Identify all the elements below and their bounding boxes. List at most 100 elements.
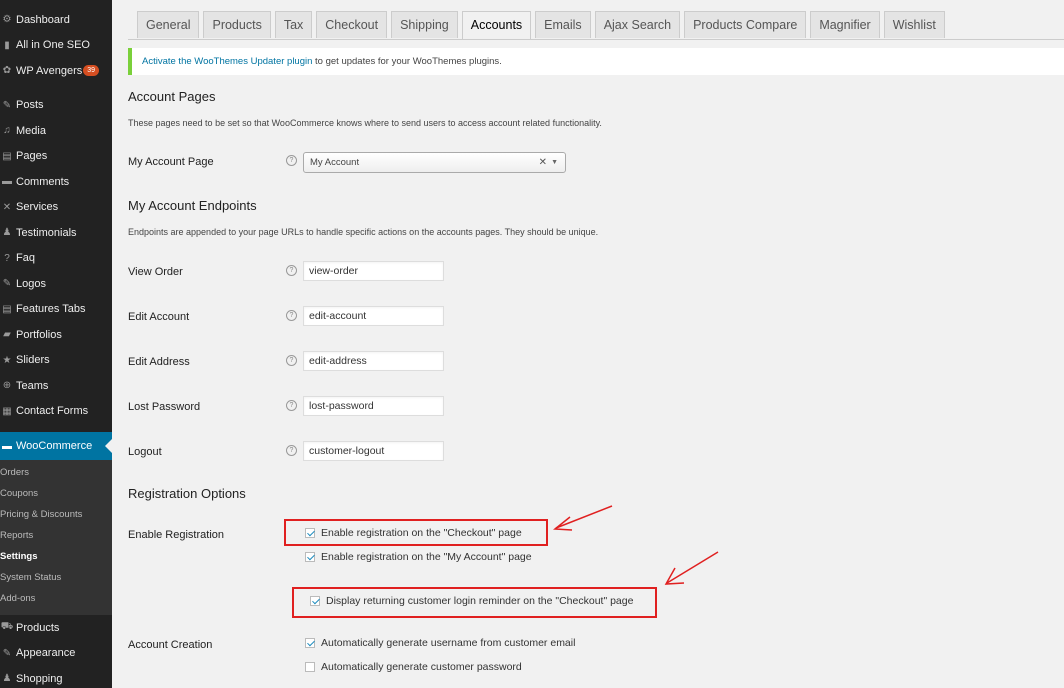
woocommerce-icon: ▬: [2, 440, 12, 452]
services-icon: ✕: [2, 201, 12, 213]
enable-registration-label: Enable Registration: [128, 529, 225, 541]
submenu-item-reports[interactable]: Reports: [0, 525, 112, 546]
lost-password-endpoint-input[interactable]: [303, 396, 444, 416]
view-order-endpoint-input[interactable]: [303, 261, 444, 281]
updater-notice: Activate the WooThemes Updater plugin to…: [128, 48, 1064, 75]
settings-tabs: General Products Tax Checkout Shipping Accoun…: [137, 11, 949, 40]
help-icon[interactable]: ?: [286, 400, 297, 411]
tab-checkout[interactable]: Checkout: [316, 11, 388, 38]
help-icon[interactable]: ?: [286, 310, 297, 321]
admin-sidebar: ⚙ Dashboard ▮ All in One SEO ✿ WP Avengers 39 …: [0, 0, 112, 688]
tab-wishlist[interactable]: Wishlist: [883, 11, 945, 38]
settings-main: General Products Tax Checkout Shipping Accoun…: [112, 0, 1064, 688]
seo-icon: ▮: [4, 39, 10, 51]
wp-avengers-icon: ✿: [2, 65, 12, 77]
edit-address-label: Edit Address: [128, 356, 190, 368]
sidebar-item-woocommerce[interactable]: ▬ WooCommerce: [0, 432, 112, 460]
sidebar-item-teams[interactable]: ⊕ Teams: [0, 373, 112, 399]
sidebar-item-portfolios[interactable]: ▰ Portfolios: [0, 322, 112, 348]
registration-heading: Registration Options: [128, 486, 246, 501]
customer-logout-label: Logout: [128, 446, 162, 458]
submenu-item-settings[interactable]: Settings: [0, 546, 112, 567]
sidebar-item-posts[interactable]: ✎ Posts: [0, 93, 112, 119]
submenu-item-pricing-discounts[interactable]: Pricing & Discounts: [0, 504, 112, 525]
submenu-item-system-status[interactable]: System Status: [0, 567, 112, 588]
appearance-icon: ✎: [2, 647, 12, 659]
sidebar-item-features-tabs[interactable]: ▤ Features Tabs: [0, 297, 112, 323]
my-account-page-label: My Account Page: [128, 156, 214, 168]
annotation-arrow-icon: [664, 551, 719, 585]
auto-username-checkbox[interactable]: [305, 638, 315, 648]
login-reminder-checkbox[interactable]: [310, 596, 320, 606]
comments-icon: ▬: [2, 176, 12, 188]
tab-magnifier[interactable]: Magnifier: [810, 11, 880, 38]
login-reminder-option: Display returning customer login reminde…: [310, 595, 633, 607]
view-order-label: View Order: [128, 266, 183, 278]
annotation-arrow-icon: [553, 505, 613, 531]
sidebar-item-comments[interactable]: ▬ Comments: [0, 169, 112, 195]
media-icon: ♫: [3, 125, 11, 137]
help-icon[interactable]: ?: [286, 265, 297, 276]
woocommerce-submenu: Orders Coupons Pricing & Discounts Reports S…: [0, 460, 112, 615]
clear-selection-icon[interactable]: ✕: [539, 153, 547, 172]
account-pages-description: These pages need to be set so that WooCo…: [128, 118, 602, 128]
shopping-icon: ♟: [2, 673, 12, 685]
star-icon: ★: [2, 354, 12, 366]
tab-products[interactable]: Products: [203, 11, 271, 38]
myaccount-registration-option: Enable registration on the "My Account" …: [305, 551, 532, 563]
sidebar-item-logos[interactable]: ✎ Logos: [0, 271, 112, 297]
pin-icon: ✎: [2, 99, 12, 111]
pin-icon: ✎: [2, 278, 12, 290]
my-account-page-select[interactable]: My Account ✕ ▼: [303, 152, 566, 173]
tab-emails[interactable]: Emails: [535, 11, 591, 38]
tab-general[interactable]: General: [137, 11, 200, 38]
sidebar-item-wp-avengers[interactable]: ✿ WP Avengers 39: [0, 58, 112, 84]
features-tabs-icon: ▤: [2, 303, 12, 315]
tab-shipping[interactable]: Shipping: [391, 11, 458, 38]
help-icon[interactable]: ?: [286, 445, 297, 456]
teams-icon: ⊕: [2, 380, 12, 392]
sidebar-item-faq[interactable]: ? Faq: [0, 246, 112, 272]
chevron-down-icon[interactable]: ▼: [551, 153, 558, 172]
help-icon[interactable]: ?: [286, 355, 297, 366]
sidebar-item-pages[interactable]: ▤ Pages: [0, 144, 112, 170]
sidebar-item-media[interactable]: ♫ Media: [0, 118, 112, 144]
sidebar-item-appearance[interactable]: ✎ Appearance: [0, 641, 112, 667]
sidebar-item-products[interactable]: ⛟ Products: [0, 615, 112, 641]
auto-password-checkbox[interactable]: [305, 662, 315, 672]
checkout-registration-checkbox[interactable]: [305, 528, 315, 538]
sidebar-item-sliders[interactable]: ★ Sliders: [0, 348, 112, 374]
account-pages-heading: Account Pages: [128, 89, 216, 104]
endpoints-heading: My Account Endpoints: [128, 198, 257, 213]
activate-updater-link[interactable]: Activate the WooThemes Updater plugin: [142, 56, 312, 67]
cart-icon: ⛟: [0, 621, 14, 633]
sidebar-item-testimonials[interactable]: ♟ Testimonials: [0, 220, 112, 246]
endpoints-description: Endpoints are appended to your page URLs…: [128, 227, 599, 237]
submenu-item-add-ons[interactable]: Add-ons: [0, 588, 112, 609]
tab-products-compare[interactable]: Products Compare: [684, 11, 807, 38]
tab-ajax-search[interactable]: Ajax Search: [594, 11, 681, 38]
sidebar-item-contact-forms[interactable]: ▦ Contact Forms: [0, 399, 112, 425]
edit-address-endpoint-input[interactable]: [303, 351, 444, 371]
sidebar-item-services[interactable]: ✕ Services: [0, 195, 112, 221]
auto-username-option: Automatically generate username from cus…: [305, 637, 575, 649]
submenu-item-coupons[interactable]: Coupons: [0, 483, 112, 504]
sidebar-item-dashboard[interactable]: ⚙ Dashboard: [0, 7, 112, 33]
portfolio-icon: ▰: [3, 329, 11, 341]
help-icon[interactable]: ?: [286, 155, 297, 166]
auto-password-option: Automatically generate customer password: [305, 661, 522, 673]
edit-account-label: Edit Account: [128, 311, 190, 323]
customer-logout-endpoint-input[interactable]: [303, 441, 444, 461]
edit-account-endpoint-input[interactable]: [303, 306, 444, 326]
sidebar-item-shopping[interactable]: ♟ Shopping: [0, 666, 112, 688]
dashboard-icon: ⚙: [2, 14, 12, 26]
tab-accounts[interactable]: Accounts: [461, 11, 532, 40]
account-creation-label: Account Creation: [128, 639, 213, 651]
tab-tax[interactable]: Tax: [274, 11, 313, 38]
sidebar-item-all-in-one-seo[interactable]: ▮ All in One SEO: [0, 33, 112, 59]
pages-icon: ▤: [2, 150, 12, 162]
checkout-registration-option: Enable registration on the "Checkout" pa…: [305, 527, 522, 539]
myaccount-registration-checkbox[interactable]: [305, 552, 315, 562]
submenu-item-orders[interactable]: Orders: [0, 462, 112, 483]
tab-divider: [128, 39, 1064, 40]
